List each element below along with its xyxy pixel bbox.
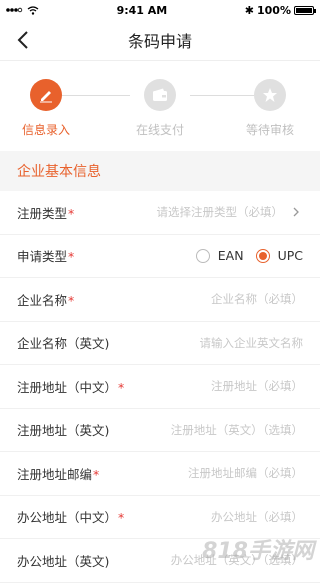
office-address-cn-input[interactable]: 办公地址（必填）	[211, 509, 303, 525]
star-icon	[254, 79, 286, 111]
required-mark: *	[118, 510, 125, 526]
field-label: 注册地址（中文）	[17, 379, 118, 395]
field-label: 企业名称（英文)	[17, 336, 110, 352]
back-arrow-icon[interactable]	[12, 28, 36, 52]
step-online-payment: 在线支付	[120, 79, 200, 138]
reg-address-en-row: 注册地址（英文) 注册地址（英文）（选填）	[0, 409, 320, 452]
battery-percent: 100%	[257, 3, 291, 17]
clock: 9:41 AM	[116, 3, 168, 17]
reg-postcode-row: 注册地址邮编* 注册地址邮编（必填）	[0, 452, 320, 496]
reg-address-cn-input[interactable]: 注册地址（必填）	[211, 378, 303, 394]
section-header: 企业基本信息	[0, 151, 320, 191]
radio-ean[interactable]: EAN	[195, 248, 244, 264]
chevron-right-icon	[293, 207, 299, 217]
watermark: 818手游网	[202, 539, 314, 564]
field-label: 企业名称	[17, 292, 68, 308]
apply-type-row: 申请类型* EAN UPC	[0, 235, 320, 278]
progress-steps: 信息录入 在线支付 等待审核	[0, 61, 320, 151]
reg-type-select[interactable]: 请选择注册类型（必填）	[157, 204, 284, 220]
company-name-input[interactable]: 企业名称（必填）	[211, 291, 303, 307]
radio-circle	[195, 248, 210, 263]
company-name-en-input[interactable]: 请输入企业英文名称	[200, 335, 304, 351]
field-label: 注册地址邮编	[17, 466, 93, 482]
reg-postcode-input[interactable]: 注册地址邮编（必填）	[188, 465, 303, 481]
step-info-entry: 信息录入	[6, 79, 86, 138]
bluetooth-icon: ✱	[244, 3, 254, 17]
required-mark: *	[93, 466, 100, 482]
step-label: 等待审核	[245, 123, 294, 137]
step-await-review: 等待审核	[230, 79, 310, 138]
battery-icon	[293, 5, 316, 15]
field-label: 办公地址（英文)	[17, 553, 110, 569]
required-mark: *	[68, 292, 75, 308]
radio-upc[interactable]: UPC	[255, 248, 303, 264]
field-label: 注册地址（英文)	[17, 423, 110, 439]
status-bar: 9:41 AM ✱ 100%	[0, 0, 320, 20]
required-mark: *	[118, 379, 125, 395]
reg-type-row[interactable]: 注册类型* 请选择注册类型（必填）	[0, 191, 320, 235]
reg-address-cn-row: 注册地址（中文）* 注册地址（必填）	[0, 365, 320, 409]
company-name-en-row: 企业名称（英文) 请输入企业英文名称	[0, 322, 320, 365]
wifi-icon	[27, 5, 39, 15]
page-title: 条码申请	[127, 32, 192, 51]
step-label: 信息录入	[21, 123, 70, 137]
signal-wifi	[6, 5, 39, 15]
nav-bar: 条码申请	[0, 20, 320, 61]
radio-circle-selected	[255, 248, 270, 263]
step-label: 在线支付	[135, 123, 184, 137]
radio-label: EAN	[217, 248, 244, 264]
field-label: 申请类型	[17, 249, 68, 265]
pencil-icon	[30, 79, 62, 111]
field-label: 注册类型	[17, 205, 68, 221]
company-name-row: 企业名称* 企业名称（必填）	[0, 278, 320, 322]
wallet-icon	[144, 79, 176, 111]
apply-type-radio-group: EAN UPC	[195, 248, 303, 264]
signal-icon	[6, 7, 23, 13]
required-mark: *	[68, 205, 75, 221]
field-label: 办公地址（中文）	[17, 510, 118, 526]
required-mark: *	[68, 249, 75, 265]
radio-label: UPC	[277, 248, 303, 264]
reg-address-en-input[interactable]: 注册地址（英文）（选填）	[171, 422, 303, 438]
